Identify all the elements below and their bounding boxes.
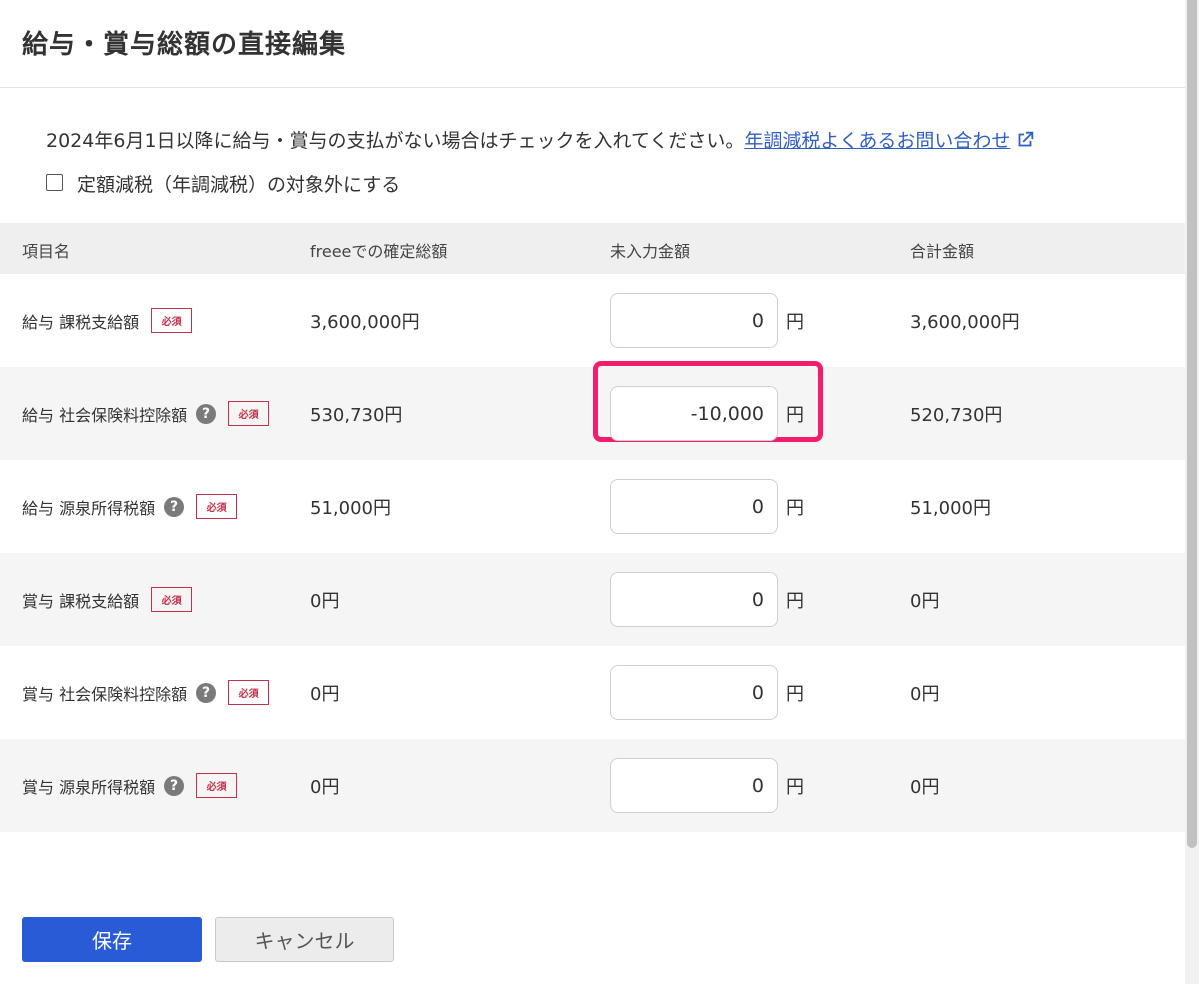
amount-input[interactable] [610, 386, 778, 441]
item-name: 給与 源泉所得税額 [22, 498, 156, 518]
table-body: 給与 課税支給額必須 3,600,000円 円 3,600,000円 給与 社会… [0, 274, 1199, 832]
page-header: 給与・賞与総額の直接編集 [0, 0, 1185, 88]
amount-input[interactable] [610, 479, 778, 534]
yen-unit: 円 [786, 311, 804, 333]
input-cell: 円 [610, 386, 804, 441]
faq-link[interactable]: 年調減税よくあるお問い合わせ [744, 130, 1010, 152]
item-name: 給与 課税支給額 [22, 312, 140, 332]
help-icon[interactable]: ? [164, 775, 185, 796]
amount-table: 項目名 freeeでの確定総額 未入力金額 合計金額 給与 課税支給額 必須 3,… [0, 223, 1199, 832]
confirmed-amount: 0円 [310, 683, 340, 705]
header-total-amount: 合計金額 [910, 242, 975, 261]
scrollbar-track[interactable] [1185, 0, 1199, 984]
input-cell: 円 [610, 572, 804, 627]
external-link-icon[interactable] [1014, 129, 1036, 156]
required-badge: 必須 [196, 494, 238, 519]
header-item-name: 項目名 [22, 242, 71, 261]
save-button[interactable]: 保存 [22, 917, 202, 962]
amount-input[interactable] [610, 665, 778, 720]
item-name: 賞与 社会保険料控除額 [22, 684, 188, 704]
table-row: 給与 課税支給額必須 3,600,000円 円 3,600,000円 [0, 274, 1199, 367]
total-amount: 3,600,000円 [910, 311, 1020, 333]
required-badge: 必須 [151, 587, 193, 612]
yen-unit: 円 [786, 404, 804, 426]
table-row: 給与 社会保険料控除額? 必須 530,730円 円 520,730円 [0, 361, 1199, 460]
total-amount: 51,000円 [910, 497, 991, 519]
table-row: 賞与 社会保険料控除額? 必須 0円 円 0円 [0, 646, 1199, 739]
table-header-row: 項目名 freeeでの確定総額 未入力金額 合計金額 [0, 223, 1199, 274]
help-icon[interactable]: ? [164, 496, 185, 517]
yen-unit: 円 [786, 590, 804, 612]
item-name: 賞与 課税支給額 [22, 591, 140, 611]
input-cell: 円 [610, 665, 804, 720]
cancel-button[interactable]: キャンセル [215, 917, 394, 962]
item-name-cell: 給与 社会保険料控除額? 必須 [22, 367, 270, 460]
item-name-cell: 賞与 課税支給額 必須 [22, 553, 193, 646]
help-icon[interactable]: ? [196, 403, 217, 424]
table-row: 賞与 課税支給額必須 0円 円 0円 [0, 553, 1199, 646]
required-badge: 必須 [228, 401, 270, 426]
exclude-tax-reduction-checkbox[interactable] [46, 174, 63, 191]
notice-message: 2024年6月1日以降に給与・賞与の支払がない場合はチェックを入れてください。 [46, 130, 745, 152]
amount-input[interactable] [610, 293, 778, 348]
input-cell: 円 [610, 479, 804, 534]
yen-unit: 円 [786, 497, 804, 519]
input-cell: 円 [610, 758, 804, 813]
input-cell: 円 [610, 293, 804, 348]
header-confirmed-total: freeeでの確定総額 [310, 242, 448, 261]
total-amount: 0円 [910, 590, 940, 612]
yen-unit: 円 [786, 776, 804, 798]
scrollbar-thumb[interactable] [1187, 0, 1197, 848]
table-row: 賞与 源泉所得税額? 必須 0円 円 0円 [0, 739, 1199, 832]
confirmed-amount: 3,600,000円 [310, 311, 420, 333]
checkbox-label: 定額減税（年調減税）の対象外にする [77, 174, 401, 196]
yen-unit: 円 [786, 683, 804, 705]
table-row: 給与 源泉所得税額? 必須 51,000円 円 51,000円 [0, 460, 1199, 553]
total-amount: 520,730円 [910, 404, 1003, 426]
amount-input[interactable] [610, 572, 778, 627]
item-name: 給与 社会保険料控除額 [22, 405, 188, 425]
header-uninput-amount: 未入力金額 [610, 242, 691, 261]
exclude-tax-reduction-checkbox-row[interactable]: 定額減税（年調減税）の対象外にする [46, 170, 400, 197]
item-name-cell: 給与 課税支給額 必須 [22, 274, 193, 367]
confirmed-amount: 530,730円 [310, 404, 403, 426]
confirmed-amount: 0円 [310, 590, 340, 612]
help-icon[interactable]: ? [196, 682, 217, 703]
item-name-cell: 賞与 社会保険料控除額? 必須 [22, 646, 270, 739]
total-amount: 0円 [910, 683, 940, 705]
required-badge: 必須 [228, 680, 270, 705]
confirmed-amount: 51,000円 [310, 497, 391, 519]
item-name-cell: 給与 源泉所得税額? 必須 [22, 460, 238, 553]
item-name: 賞与 源泉所得税額 [22, 777, 156, 797]
item-name-cell: 賞与 源泉所得税額? 必須 [22, 739, 238, 832]
total-amount: 0円 [910, 776, 940, 798]
notice-text: 2024年6月1日以降に給与・賞与の支払がない場合はチェックを入れてください。年… [46, 126, 1036, 156]
required-badge: 必須 [196, 773, 238, 798]
confirmed-amount: 0円 [310, 776, 340, 798]
required-badge: 必須 [151, 308, 193, 333]
amount-input[interactable] [610, 758, 778, 813]
page-title: 給与・賞与総額の直接編集 [22, 30, 347, 60]
